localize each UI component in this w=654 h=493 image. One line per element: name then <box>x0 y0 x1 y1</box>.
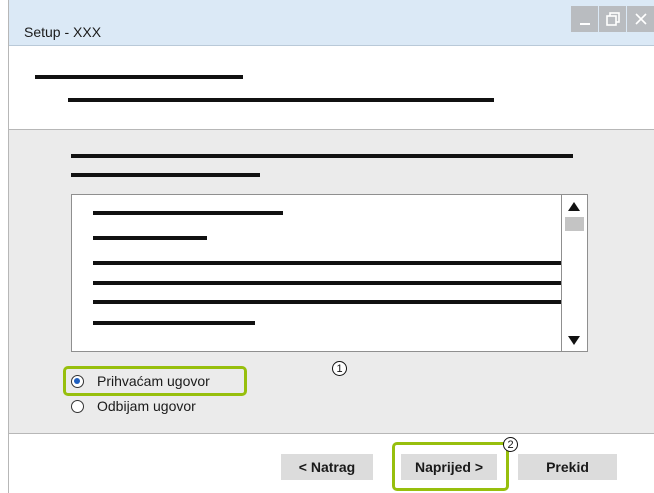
instruction-line-placeholder <box>71 173 260 177</box>
wizard-content: 1 Prihvaćam ugovor Odbijam ugovor <box>9 130 654 434</box>
license-text-line-placeholder <box>93 321 255 325</box>
cancel-button[interactable]: Prekid <box>518 454 617 480</box>
decline-radio-option[interactable]: Odbijam ugovor <box>71 396 196 416</box>
instruction-line-placeholder <box>71 154 573 158</box>
close-button[interactable] <box>627 6 654 32</box>
wizard-header <box>9 46 654 130</box>
restore-button[interactable] <box>599 6 627 32</box>
callout-1: 1 <box>332 361 347 376</box>
window-controls <box>571 6 654 32</box>
scroll-up-arrow-icon[interactable] <box>568 202 580 211</box>
license-text-line-placeholder <box>93 300 562 304</box>
decline-radio-label: Odbijam ugovor <box>97 398 196 414</box>
close-icon <box>634 13 647 25</box>
minimize-icon <box>579 23 590 25</box>
accept-option-highlight <box>63 366 247 396</box>
license-text-line-placeholder <box>93 236 207 240</box>
callout-2: 2 <box>503 437 518 452</box>
decline-radio-button[interactable] <box>71 399 84 413</box>
header-subheading-placeholder <box>68 98 494 102</box>
header-heading-placeholder <box>35 75 243 79</box>
scroll-thumb[interactable] <box>565 217 584 231</box>
window-title: Setup - XXX <box>24 24 102 40</box>
setup-window: Setup - XXX 1 Prihvaćam ugovor Odbijam u… <box>8 0 654 493</box>
wizard-footer: < Natrag Naprijed > Prekid 2 <box>9 434 654 493</box>
license-text-line-placeholder <box>93 211 283 215</box>
license-text-line-placeholder <box>93 281 562 285</box>
license-text-line-placeholder <box>93 261 562 265</box>
license-text-box[interactable] <box>71 194 588 352</box>
restore-icon <box>605 12 620 26</box>
license-scrollbar[interactable] <box>561 195 587 351</box>
title-bar: Setup - XXX <box>9 0 654 46</box>
scroll-down-arrow-icon[interactable] <box>568 336 580 345</box>
minimize-button[interactable] <box>571 6 599 32</box>
back-button[interactable]: < Natrag <box>281 454 373 480</box>
next-button-highlight <box>392 442 509 491</box>
